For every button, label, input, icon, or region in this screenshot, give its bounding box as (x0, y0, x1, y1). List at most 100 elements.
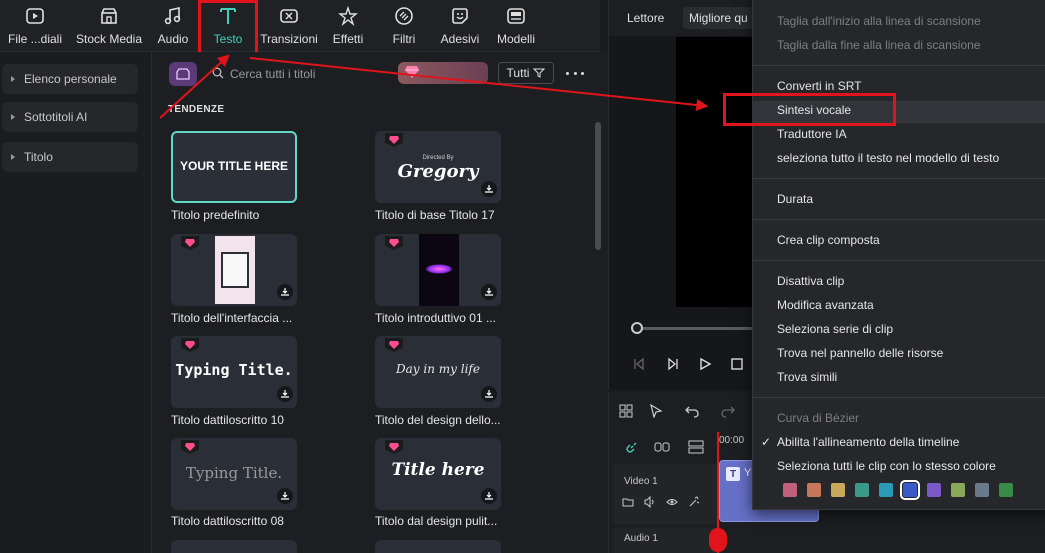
tab-filtri[interactable]: Filtri (386, 0, 422, 52)
menu-item-convert-srt[interactable]: Converti in SRT (777, 79, 861, 93)
title-library: Tutti TENDENZE YOUR TITLE HERE Titolo pr… (152, 52, 608, 553)
title-card[interactable]: Typing Title. (171, 336, 297, 408)
chevron-right-icon (2, 153, 24, 161)
color-swatch[interactable] (807, 483, 821, 497)
premium-icon (181, 338, 199, 352)
search-input[interactable] (230, 63, 390, 85)
volume-icon[interactable] (644, 496, 656, 508)
color-swatch[interactable] (879, 483, 893, 497)
ai-tool-icon[interactable] (688, 496, 700, 508)
card-name: Titolo predefinito (171, 208, 260, 222)
tab-lettore[interactable]: Lettore (621, 7, 670, 29)
title-card[interactable] (171, 234, 297, 306)
color-swatch[interactable] (927, 483, 941, 497)
eye-icon[interactable] (666, 496, 678, 508)
check-icon: ✓ (761, 435, 772, 449)
download-icon[interactable] (277, 488, 293, 504)
card-preview-text: Typing Title. (185, 464, 283, 482)
redo-icon[interactable] (719, 402, 737, 420)
menu-item-bezier-curve: Curva di Bézier (777, 411, 860, 425)
stock-icon (99, 6, 119, 26)
ruler-time: 00:00 (719, 435, 745, 446)
filter-icon (394, 6, 414, 26)
menu-item-find-similar[interactable]: Trova simili (777, 370, 837, 384)
store-button[interactable] (169, 62, 197, 86)
menu-item-timeline-snapping[interactable]: Abilita l'allineamento della timeline (777, 435, 959, 449)
premium-banner-button[interactable] (398, 62, 488, 84)
menu-separator (753, 219, 1045, 220)
color-swatch[interactable] (900, 480, 920, 500)
tab-audio[interactable]: Audio (154, 0, 192, 52)
play-icon[interactable] (697, 356, 713, 372)
tab-adesivi[interactable]: Adesivi (438, 0, 482, 52)
more-options-button[interactable] (566, 66, 584, 80)
card-name: Titolo di base Titolo 17 (375, 208, 495, 222)
menu-item-select-clip-series[interactable]: Seleziona serie di clip (777, 322, 893, 336)
menu-item-disable-clip[interactable]: Disattiva clip (777, 274, 844, 288)
chevron-right-icon (2, 75, 24, 83)
search-row: Tutti (152, 60, 608, 88)
library-scrollbar[interactable] (595, 122, 601, 250)
track-settings-icon[interactable] (687, 438, 705, 456)
scrub-bar[interactable] (637, 327, 767, 330)
scrub-handle[interactable] (631, 322, 643, 334)
color-swatch[interactable] (831, 483, 845, 497)
download-icon[interactable] (481, 284, 497, 300)
menu-item-compound-clip[interactable]: Crea clip composta (777, 233, 880, 247)
menu-item-duration[interactable]: Durata (777, 192, 813, 206)
menu-item-select-all-text[interactable]: seleziona tutto il testo nel modello di … (777, 151, 999, 165)
select-tool-icon[interactable] (647, 402, 665, 420)
media-toolbar: File ...diali Stock Media Audio Testo Tr… (0, 0, 600, 52)
download-icon[interactable] (277, 284, 293, 300)
tab-effetti[interactable]: Effetti (328, 0, 368, 52)
title-card[interactable]: Day in my life (375, 336, 501, 408)
folder-icon[interactable] (622, 496, 634, 508)
tab-modelli[interactable]: Modelli (492, 0, 540, 52)
sidebar-item-elenco-personale[interactable]: Elenco personale (2, 64, 138, 94)
sidebar-item-titolo[interactable]: Titolo (2, 142, 138, 172)
title-card[interactable]: YOUR TITLE HERE (171, 131, 297, 203)
color-swatch[interactable] (999, 483, 1013, 497)
card-preview-text: Title here (391, 460, 485, 480)
prev-frame-icon[interactable] (631, 356, 647, 372)
title-card[interactable] (375, 540, 501, 553)
quality-dropdown[interactable]: Migliore qu (683, 7, 754, 29)
undo-icon[interactable] (683, 402, 701, 420)
grid-layout-icon[interactable] (617, 402, 635, 420)
title-card[interactable]: Directed By Gregory (375, 131, 501, 203)
download-icon[interactable] (481, 181, 497, 197)
chevron-right-icon (2, 113, 24, 121)
color-swatch[interactable] (783, 483, 797, 497)
sidebar-item-sottotitoli-ai[interactable]: Sottotitoli AI (2, 102, 138, 132)
tab-stock-media[interactable]: Stock Media (74, 0, 144, 52)
menu-item-ai-translator[interactable]: Traduttore IA (777, 127, 847, 141)
title-card[interactable] (171, 540, 297, 553)
download-icon[interactable] (277, 386, 293, 402)
title-card[interactable]: Title here (375, 438, 501, 510)
section-title: TENDENZE (168, 104, 225, 115)
link-icon[interactable] (623, 438, 641, 456)
menu-item-find-in-resources[interactable]: Trova nel pannello delle risorse (777, 346, 943, 360)
menu-item-advanced-edit[interactable]: Modifica avanzata (777, 298, 874, 312)
template-icon (506, 6, 526, 26)
stop-icon[interactable] (729, 356, 745, 372)
playhead-handle[interactable] (709, 528, 727, 552)
tab-label: Adesivi (440, 32, 480, 46)
filter-dropdown[interactable]: Tutti (498, 62, 554, 84)
title-card[interactable] (375, 234, 501, 306)
tab-transizioni[interactable]: Transizioni (258, 0, 320, 52)
title-card[interactable]: Typing Title. (171, 438, 297, 510)
color-swatch[interactable] (951, 483, 965, 497)
clip-label: Y (744, 467, 752, 479)
tab-file-media[interactable]: File ...diali (6, 0, 64, 52)
menu-separator (753, 178, 1045, 179)
next-frame-icon[interactable] (665, 356, 681, 372)
download-icon[interactable] (481, 488, 497, 504)
group-icon[interactable] (653, 438, 671, 456)
sidebar-item-label: Elenco personale (24, 72, 117, 86)
sidebar-item-label: Sottotitoli AI (24, 110, 88, 124)
download-icon[interactable] (481, 386, 497, 402)
color-swatch[interactable] (975, 483, 989, 497)
color-swatch[interactable] (855, 483, 869, 497)
menu-item-select-same-color[interactable]: Seleziona tutti le clip con lo stesso co… (777, 459, 996, 473)
